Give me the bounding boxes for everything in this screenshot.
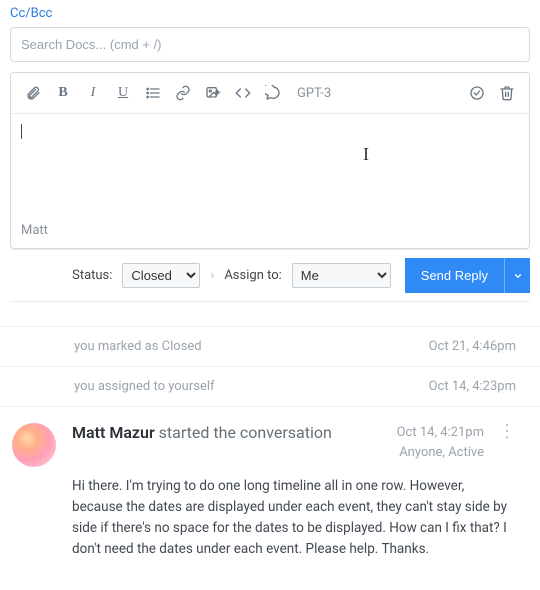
check-circle-icon[interactable] [463,79,491,107]
link-icon[interactable] [169,79,197,107]
conversation-action: started the conversation [159,423,332,442]
italic-icon[interactable]: I [79,79,107,107]
mouse-ibeam-icon: I [363,144,369,165]
conversation-item: Matt Mazur started the conversation Oct … [0,406,540,590]
signature: Matt [11,219,529,248]
gpt-button[interactable]: GPT-3 [289,86,339,101]
code-icon[interactable] [229,79,257,107]
list-icon[interactable] [139,79,167,107]
chevron-right-icon: › [210,268,214,283]
status-select[interactable]: OpenClosedPending [122,263,200,288]
text-cursor [21,124,22,139]
editor-box: B I U GPT-3 [10,72,530,249]
author-name: Matt Mazur [72,423,155,442]
activity-feed: you marked as Closed Oct 21, 4:46pm you as… [0,326,540,406]
assign-select[interactable]: MeUnassigned [292,263,391,288]
activity-time: Oct 21, 4:46pm [429,339,516,354]
cc-bcc-link[interactable]: Cc/Bcc [10,6,530,21]
avatar [12,423,56,467]
bold-icon[interactable]: B [49,79,77,107]
conversation-time: Oct 14, 4:21pm [397,423,484,443]
send-reply-button[interactable]: Send Reply [405,258,504,293]
editor-toolbar: B I U GPT-3 [11,73,529,114]
conversation-title: Matt Mazur started the conversation [72,423,332,442]
activity-text: you marked as Closed [74,339,202,354]
status-label: Status: [72,268,112,283]
underline-icon[interactable]: U [109,79,137,107]
activity-time: Oct 14, 4:23pm [429,379,516,394]
activity-row: you marked as Closed Oct 21, 4:46pm [0,326,540,366]
conversation-meta: Anyone, Active [397,443,484,463]
send-reply-more-button[interactable] [504,258,530,293]
comment-icon[interactable] [259,79,287,107]
activity-row: you assigned to yourself Oct 14, 4:23pm [0,366,540,406]
more-menu-icon[interactable]: ⋮ [498,423,516,441]
search-input[interactable] [10,27,530,62]
image-icon[interactable] [199,79,227,107]
conversation-body: Hi there. I'm trying to do one long time… [72,476,516,560]
attach-icon[interactable] [19,79,47,107]
trash-icon[interactable] [493,79,521,107]
action-bar: Status: OpenClosedPending › Assign to: M… [10,249,530,302]
activity-text: you assigned to yourself [74,379,215,394]
assign-label: Assign to: [224,268,281,283]
editor-textarea[interactable]: I [11,114,529,219]
